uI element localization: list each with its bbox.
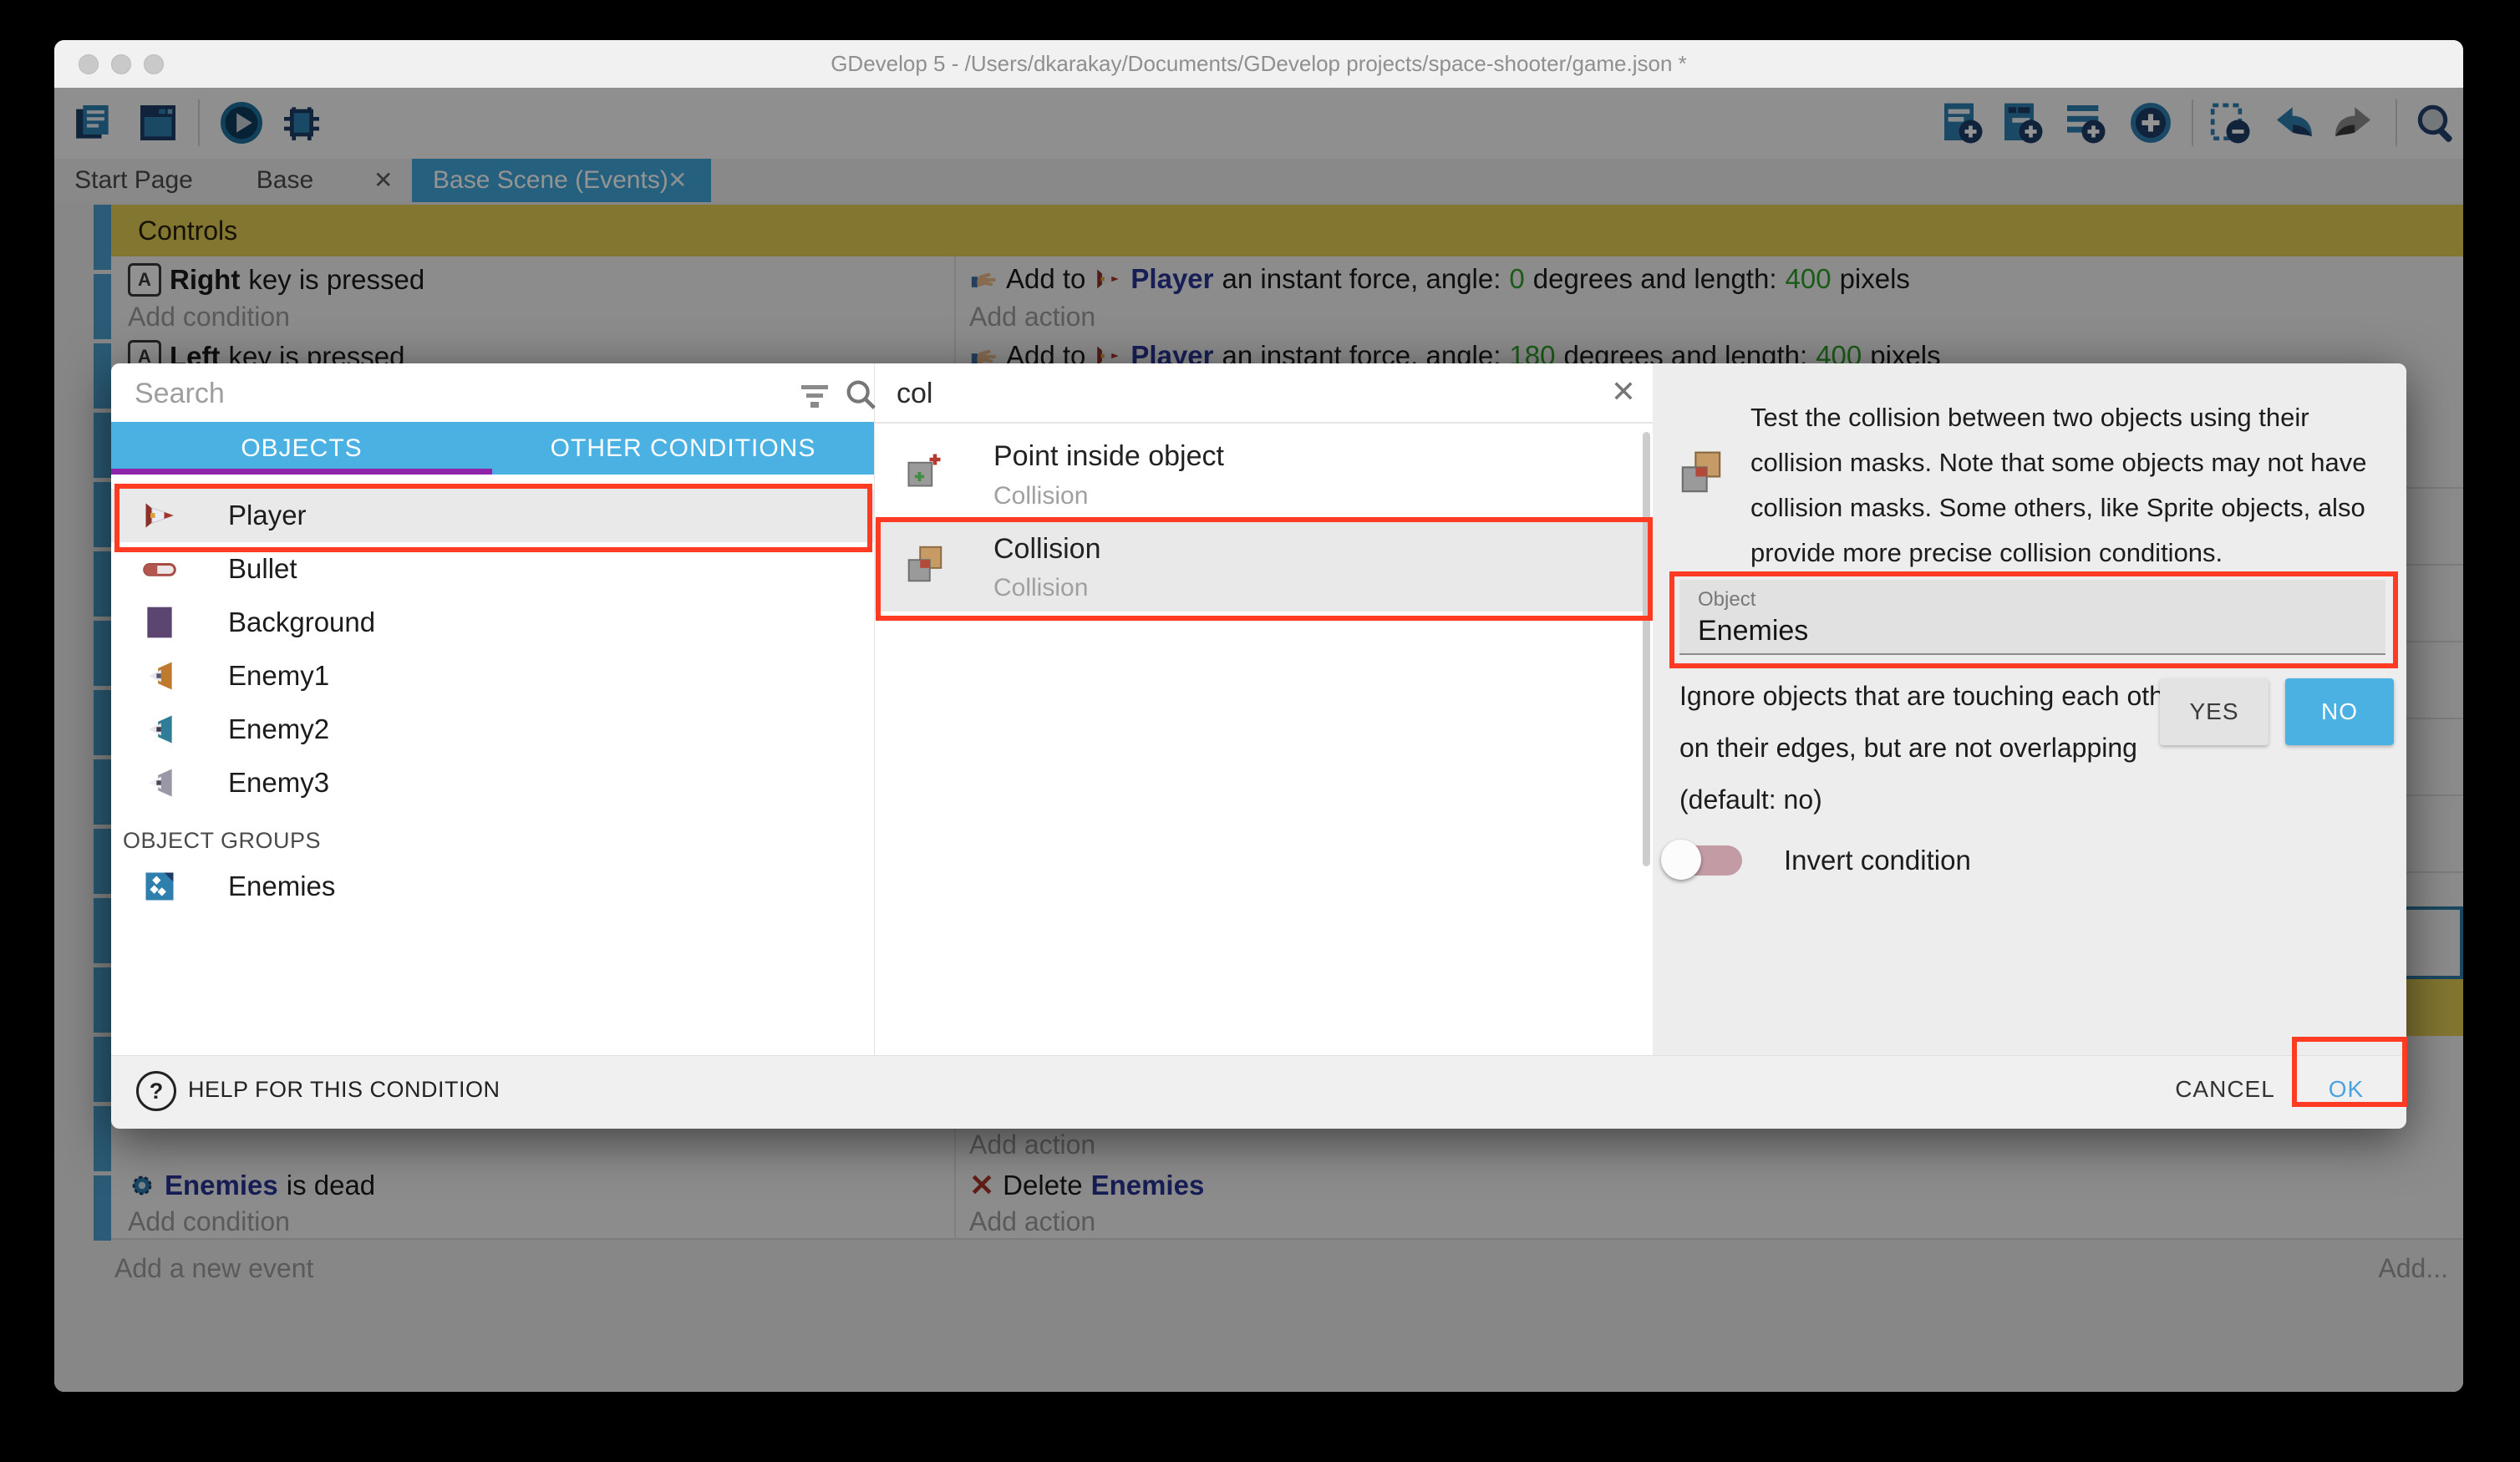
tab-objects[interactable]: OBJECTS (111, 422, 492, 475)
bullet-icon (141, 551, 178, 587)
object-item-player[interactable]: Player (111, 489, 874, 542)
app-window: GDevelop 5 - /Users/dkarakay/Documents/G… (54, 40, 2463, 1392)
player-ship-icon (141, 497, 178, 534)
condition-subtitle: Collision (993, 482, 1088, 510)
macos-titlebar: GDevelop 5 - /Users/dkarakay/Documents/G… (54, 40, 2463, 89)
condition-subtitle: Collision (993, 574, 1088, 602)
collision-icon (902, 542, 948, 587)
condition-search-input[interactable] (895, 373, 1483, 414)
no-button[interactable]: NO (2285, 678, 2394, 745)
ok-button[interactable]: OK (2297, 1066, 2396, 1113)
active-tab-indicator (111, 469, 492, 475)
enemies-group-icon (141, 868, 178, 905)
yes-button[interactable]: YES (2160, 678, 2269, 745)
condition-dialog: OBJECTS OTHER CONDITIONS Player Bullet B… (111, 363, 2406, 1128)
object-name: Player (228, 489, 307, 542)
search-magnifier-icon[interactable] (841, 375, 880, 414)
conditions-scrollbar[interactable] (1643, 432, 1650, 866)
toggle-knob[interactable] (1661, 840, 1701, 880)
object-item-bullet[interactable]: Bullet (111, 542, 874, 596)
tab-other-conditions[interactable]: OTHER CONDITIONS (492, 422, 874, 475)
object-field[interactable]: Object Enemies (1679, 580, 2385, 655)
object-field-label: Object (1698, 588, 1755, 612)
condition-title: Collision (993, 533, 1101, 566)
help-icon[interactable]: ? (136, 1071, 176, 1111)
object-name: Enemy3 (228, 756, 329, 810)
help-for-condition-link[interactable]: HELP FOR THIS CONDITION (188, 1068, 500, 1111)
ignore-edges-label: (default: no) (1679, 784, 1822, 815)
ignore-edges-label: Ignore objects that are touching each ot… (1679, 681, 2187, 712)
object-name: Bullet (228, 542, 297, 596)
object-field-value: Enemies (1698, 615, 1808, 647)
invert-condition-label: Invert condition (1784, 840, 1971, 881)
enemy2-ship-icon (141, 711, 178, 748)
clear-search-icon[interactable]: ✕ (1605, 370, 1642, 414)
cancel-button[interactable]: CANCEL (2157, 1066, 2294, 1113)
object-item-background[interactable]: Background (111, 596, 874, 649)
object-name: Enemy1 (228, 649, 329, 703)
filter-icon[interactable] (798, 383, 831, 412)
enemy1-ship-icon (141, 657, 178, 694)
search-input[interactable] (133, 373, 738, 414)
object-groups-section-label: OBJECT GROUPS (123, 828, 321, 854)
condition-item-point-inside[interactable]: Point inside object Collision (874, 430, 1653, 522)
enemy3-ship-icon (141, 764, 178, 801)
condition-description: Test the collision between two objects u… (1750, 395, 2392, 576)
object-item-enemy3[interactable]: Enemy3 (111, 756, 874, 810)
dialog-footer: ? HELP FOR THIS CONDITION CANCEL OK (111, 1055, 2406, 1129)
background-icon (141, 604, 178, 641)
object-item-enemy1[interactable]: Enemy1 (111, 649, 874, 703)
collision-icon (1675, 447, 1727, 499)
condition-title: Point inside object (993, 440, 1224, 473)
object-name: Background (228, 596, 375, 649)
window-title: GDevelop 5 - /Users/dkarakay/Documents/G… (54, 40, 2463, 88)
group-name: Enemies (228, 860, 335, 913)
group-item-enemies[interactable]: Enemies (111, 860, 874, 913)
ignore-edges-label: on their edges, but are not overlapping (1679, 733, 2137, 764)
object-name: Enemy2 (228, 703, 329, 756)
condition-item-collision[interactable]: Collision Collision (874, 522, 1653, 612)
divider (874, 422, 1653, 424)
object-item-enemy2[interactable]: Enemy2 (111, 703, 874, 756)
point-inside-object-icon (902, 449, 946, 492)
dialog-tabbar: OBJECTS OTHER CONDITIONS (111, 422, 874, 475)
